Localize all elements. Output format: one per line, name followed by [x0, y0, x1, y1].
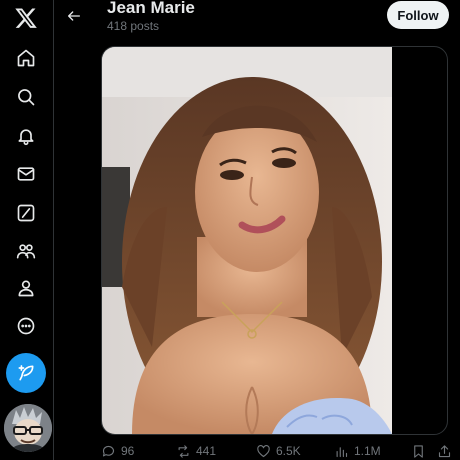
top-header: Jean Marie 418 posts Follow — [54, 0, 460, 40]
heart-icon — [257, 444, 270, 457]
feather-plus-icon — [18, 365, 34, 381]
mail-icon[interactable] — [6, 154, 46, 194]
share-icon — [438, 444, 451, 457]
grok-icon[interactable] — [6, 193, 46, 233]
compose-post-button[interactable] — [6, 353, 46, 393]
post-media[interactable] — [101, 46, 448, 435]
sidebar-nav — [0, 0, 54, 460]
home-icon[interactable] — [6, 38, 46, 78]
post-actions: 96 441 6.5K 1.1M — [101, 442, 460, 460]
share-button[interactable] — [437, 442, 452, 460]
repost-button[interactable]: 441 — [176, 442, 216, 460]
x-logo-icon[interactable] — [6, 0, 46, 38]
like-count: 6.5K — [276, 444, 301, 458]
profile-icon[interactable] — [6, 268, 46, 308]
account-avatar[interactable] — [4, 404, 52, 452]
bookmark-button[interactable] — [411, 442, 426, 460]
repost-icon — [178, 444, 189, 458]
profile-name: Jean Marie — [107, 0, 195, 17]
bell-icon[interactable] — [6, 116, 46, 156]
communities-icon[interactable] — [6, 231, 46, 271]
reply-button[interactable]: 96 — [101, 442, 134, 460]
follow-button[interactable]: Follow — [387, 1, 449, 29]
back-arrow-icon[interactable] — [60, 2, 88, 30]
more-icon[interactable] — [6, 306, 46, 346]
search-icon[interactable] — [6, 77, 46, 117]
reply-icon — [102, 445, 115, 456]
bookmark-icon — [414, 444, 423, 458]
view-count: 1.1M — [354, 444, 381, 458]
repost-count: 441 — [196, 444, 217, 458]
views-chart-icon — [336, 446, 348, 457]
app-window: Jean Marie 418 posts Follow 96 441 6.5K … — [0, 0, 460, 460]
views-button[interactable]: 1.1M — [334, 442, 381, 460]
post-photo — [102, 47, 392, 434]
reply-count: 96 — [121, 444, 135, 458]
posts-count: 418 posts — [107, 19, 160, 33]
like-button[interactable]: 6.5K — [256, 442, 301, 460]
